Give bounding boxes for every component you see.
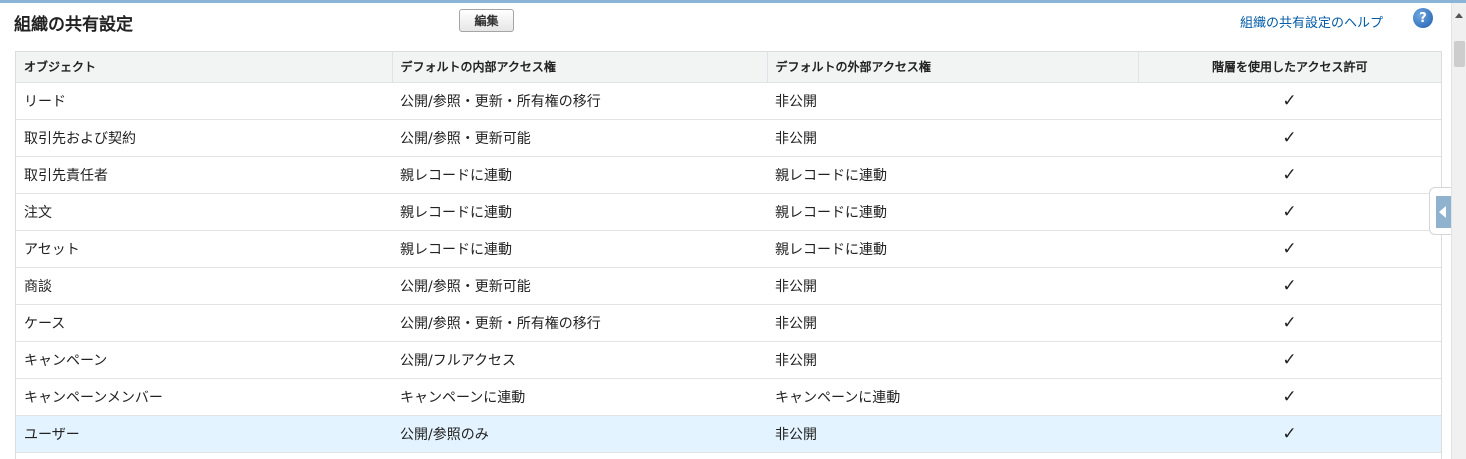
object-cell: アセット (16, 230, 392, 268)
top-strip (0, 0, 1466, 3)
column-header-external-access[interactable]: デフォルトの外部アクセス権 (767, 52, 1139, 83)
scroll-thumb[interactable] (1454, 41, 1465, 67)
checkmark-icon: ✓ (1138, 267, 1441, 305)
internal-access-cell: 公開/フルアクセス (392, 341, 767, 379)
object-cell: リード (16, 82, 392, 120)
external-access-cell: 非公開 (767, 82, 1138, 120)
table-row[interactable]: アセット 親レコードに連動 親レコードに連動 ✓ (16, 230, 1441, 268)
external-access-cell: 非公開 (767, 304, 1138, 342)
chevron-left-icon (1439, 206, 1446, 218)
object-cell: 取引先および契約 (16, 119, 392, 157)
table-row[interactable]: ユーザー 公開/参照のみ 非公開 ✓ (16, 415, 1441, 453)
external-access-cell: 親レコードに連動 (767, 156, 1138, 194)
table-row[interactable]: 商談 公開/参照・更新可能 非公開 ✓ (16, 267, 1441, 305)
checkmark-icon: ✓ (1138, 378, 1441, 416)
checkmark-icon: ✓ (1138, 156, 1441, 194)
edit-button[interactable]: 編集 (459, 9, 514, 32)
table-row[interactable]: キャンペーン 公開/フルアクセス 非公開 ✓ (16, 341, 1441, 379)
external-access-cell: 親レコードに連動 (767, 193, 1138, 231)
table-body: リード 公開/参照・更新・所有権の移行 非公開 ✓ 取引先および契約 公開/参照・更新可能… (16, 82, 1441, 453)
object-cell: 取引先責任者 (16, 156, 392, 194)
table-row[interactable]: ケース 公開/参照・更新・所有権の移行 非公開 ✓ (16, 304, 1441, 342)
checkmark-icon: ✓ (1138, 341, 1441, 379)
external-access-cell: 非公開 (767, 119, 1138, 157)
sharing-table: オブジェクト デフォルトの内部アクセス権 デフォルトの外部アクセス権 階層を使用… (16, 52, 1441, 453)
checkmark-icon: ✓ (1138, 304, 1441, 342)
table-row[interactable]: 取引先責任者 親レコードに連動 親レコードに連動 ✓ (16, 156, 1441, 194)
object-cell: ユーザー (16, 415, 392, 453)
internal-access-cell: 公開/参照・更新・所有権の移行 (392, 82, 767, 120)
table-row[interactable]: リード 公開/参照・更新・所有権の移行 非公開 ✓ (16, 82, 1441, 120)
object-cell: 注文 (16, 193, 392, 231)
object-cell: ケース (16, 304, 392, 342)
table-header-row: オブジェクト デフォルトの内部アクセス権 デフォルトの外部アクセス権 階層を使用… (16, 52, 1441, 83)
internal-access-cell: 親レコードに連動 (392, 230, 767, 268)
external-access-cell: 親レコードに連動 (767, 230, 1138, 268)
checkmark-icon: ✓ (1138, 415, 1441, 453)
table-row[interactable]: キャンペーンメンバー キャンペーンに連動 キャンペーンに連動 ✓ (16, 378, 1441, 416)
external-access-cell: 非公開 (767, 267, 1138, 305)
side-panel-toggle[interactable] (1429, 187, 1452, 235)
internal-access-cell: 親レコードに連動 (392, 156, 767, 194)
checkmark-icon: ✓ (1138, 119, 1441, 157)
column-header-hierarchy-access[interactable]: 階層を使用したアクセス許可 (1138, 52, 1441, 83)
checkmark-icon: ✓ (1138, 193, 1441, 231)
help-icon[interactable]: ? (1413, 8, 1433, 28)
page-title: 組織の共有設定 (14, 15, 133, 35)
internal-access-cell: 親レコードに連動 (392, 193, 767, 231)
sharing-settings-table: オブジェクト デフォルトの内部アクセス権 デフォルトの外部アクセス権 階層を使用… (15, 51, 1442, 459)
object-cell: 商談 (16, 267, 392, 305)
help-link[interactable]: 組織の共有設定のヘルプ (1240, 12, 1383, 31)
internal-access-cell: 公開/参照・更新・所有権の移行 (392, 304, 767, 342)
scroll-up-icon[interactable] (1455, 13, 1463, 18)
internal-access-cell: 公開/参照・更新可能 (392, 267, 767, 305)
internal-access-cell: 公開/参照のみ (392, 415, 767, 453)
external-access-cell: 非公開 (767, 341, 1138, 379)
object-cell: キャンペーン (16, 341, 392, 379)
checkmark-icon: ✓ (1138, 230, 1441, 268)
external-access-cell: キャンペーンに連動 (767, 378, 1138, 416)
external-access-cell: 非公開 (767, 415, 1138, 453)
column-header-internal-access[interactable]: デフォルトの内部アクセス権 (392, 52, 768, 83)
internal-access-cell: 公開/参照・更新可能 (392, 119, 767, 157)
table-row[interactable]: 取引先および契約 公開/参照・更新可能 非公開 ✓ (16, 119, 1441, 157)
side-panel-toggle-bg (1436, 196, 1452, 228)
object-cell: キャンペーンメンバー (16, 378, 392, 416)
internal-access-cell: キャンペーンに連動 (392, 378, 767, 416)
column-header-object[interactable]: オブジェクト (16, 52, 393, 83)
checkmark-icon: ✓ (1138, 82, 1441, 120)
table-row[interactable]: 注文 親レコードに連動 親レコードに連動 ✓ (16, 193, 1441, 231)
vertical-scrollbar[interactable] (1451, 3, 1466, 459)
